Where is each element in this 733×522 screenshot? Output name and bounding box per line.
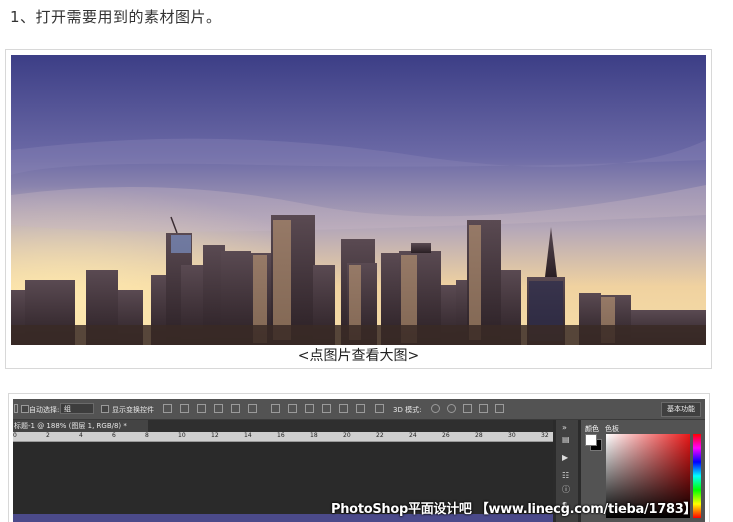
actions-play-icon[interactable]: ▶ [562, 454, 572, 462]
tab-strip [148, 420, 553, 432]
align-left-icon[interactable] [214, 404, 223, 413]
distribute-hcenter-icon[interactable] [339, 404, 348, 413]
properties-icon[interactable]: ☷ [562, 472, 572, 480]
distribute-top-icon[interactable] [271, 404, 280, 413]
distribute-bottom-icon[interactable] [305, 404, 314, 413]
tab-swatches[interactable]: 色板 [605, 424, 619, 434]
watermark: PhotoShop平面设计吧 【www.linecg.com/tieba/178… [331, 502, 697, 517]
show-transform-checkbox[interactable] [101, 405, 109, 413]
ruler-tick: 0 [13, 432, 17, 439]
3d-slide-icon[interactable] [479, 404, 488, 413]
ruler-tick: 24 [409, 432, 417, 439]
view-large-image-link[interactable]: <点图片查看大图> [6, 345, 711, 365]
3d-mode-label: 3D 模式: [393, 406, 422, 414]
align-top-icon[interactable] [163, 404, 172, 413]
ruler-tick: 16 [277, 432, 285, 439]
align-right-icon[interactable] [248, 404, 257, 413]
workspace-button[interactable]: 基本功能 [661, 402, 701, 417]
foreground-color-swatch[interactable] [585, 434, 597, 446]
figure-city-skyline: <点图片查看大图> [5, 49, 712, 369]
ruler-tick: 32 [541, 432, 549, 439]
horizontal-ruler: 0 2 4 6 8 10 12 14 16 18 20 22 24 26 28 … [13, 432, 553, 442]
dock-collapse-icon[interactable]: » [562, 424, 572, 432]
document-tab[interactable]: 标题-1 @ 188% (图层 1, RGB/8) * [13, 420, 149, 432]
history-icon[interactable]: ▤ [562, 436, 572, 444]
ruler-tick: 20 [343, 432, 351, 439]
distribute-vcenter-icon[interactable] [288, 404, 297, 413]
ruler-tick: 8 [145, 432, 149, 439]
auto-select-dropdown[interactable]: 组 [60, 403, 94, 414]
auto-select-checkbox[interactable] [21, 405, 29, 413]
photoshop-window: 自动选择: 组 显示变换控件 3D 模式: 基本功能 标题-1 @ 188% (… [13, 399, 705, 522]
ruler-tick: 2 [46, 432, 50, 439]
ruler-tick: 12 [211, 432, 219, 439]
info-icon[interactable]: ⓘ [562, 486, 572, 494]
align-hcenter-icon[interactable] [231, 404, 240, 413]
ruler-tick: 18 [310, 432, 318, 439]
distribute-left-icon[interactable] [322, 404, 331, 413]
ruler-tick: 4 [79, 432, 83, 439]
3d-scale-icon[interactable] [495, 404, 504, 413]
align-bottom-icon[interactable] [197, 404, 206, 413]
show-transform-label: 显示变换控件 [112, 406, 154, 414]
skyline-image [11, 55, 706, 345]
auto-select-label: 自动选择: [29, 406, 60, 414]
tab-color[interactable]: 颜色 [585, 424, 599, 434]
move-tool-icon[interactable] [14, 404, 18, 413]
skyline-photo[interactable] [11, 55, 706, 345]
align-vcenter-icon[interactable] [180, 404, 189, 413]
3d-roll-icon[interactable] [447, 404, 456, 413]
3d-rotate-icon[interactable] [431, 404, 440, 413]
figure-photoshop-screenshot: 自动选择: 组 显示变换控件 3D 模式: 基本功能 标题-1 @ 188% (… [8, 393, 710, 522]
ruler-tick: 22 [376, 432, 384, 439]
step-instruction: 1、打开需要用到的素材图片。 [10, 8, 222, 26]
auto-align-icon[interactable] [375, 404, 384, 413]
ruler-tick: 30 [508, 432, 516, 439]
ruler-tick: 28 [475, 432, 483, 439]
distribute-right-icon[interactable] [356, 404, 365, 413]
3d-pan-icon[interactable] [463, 404, 472, 413]
ruler-tick: 6 [112, 432, 116, 439]
ruler-tick: 14 [244, 432, 252, 439]
ruler-tick: 26 [442, 432, 450, 439]
ruler-tick: 10 [178, 432, 186, 439]
options-bar: 自动选择: 组 显示变换控件 3D 模式: 基本功能 [13, 399, 705, 420]
